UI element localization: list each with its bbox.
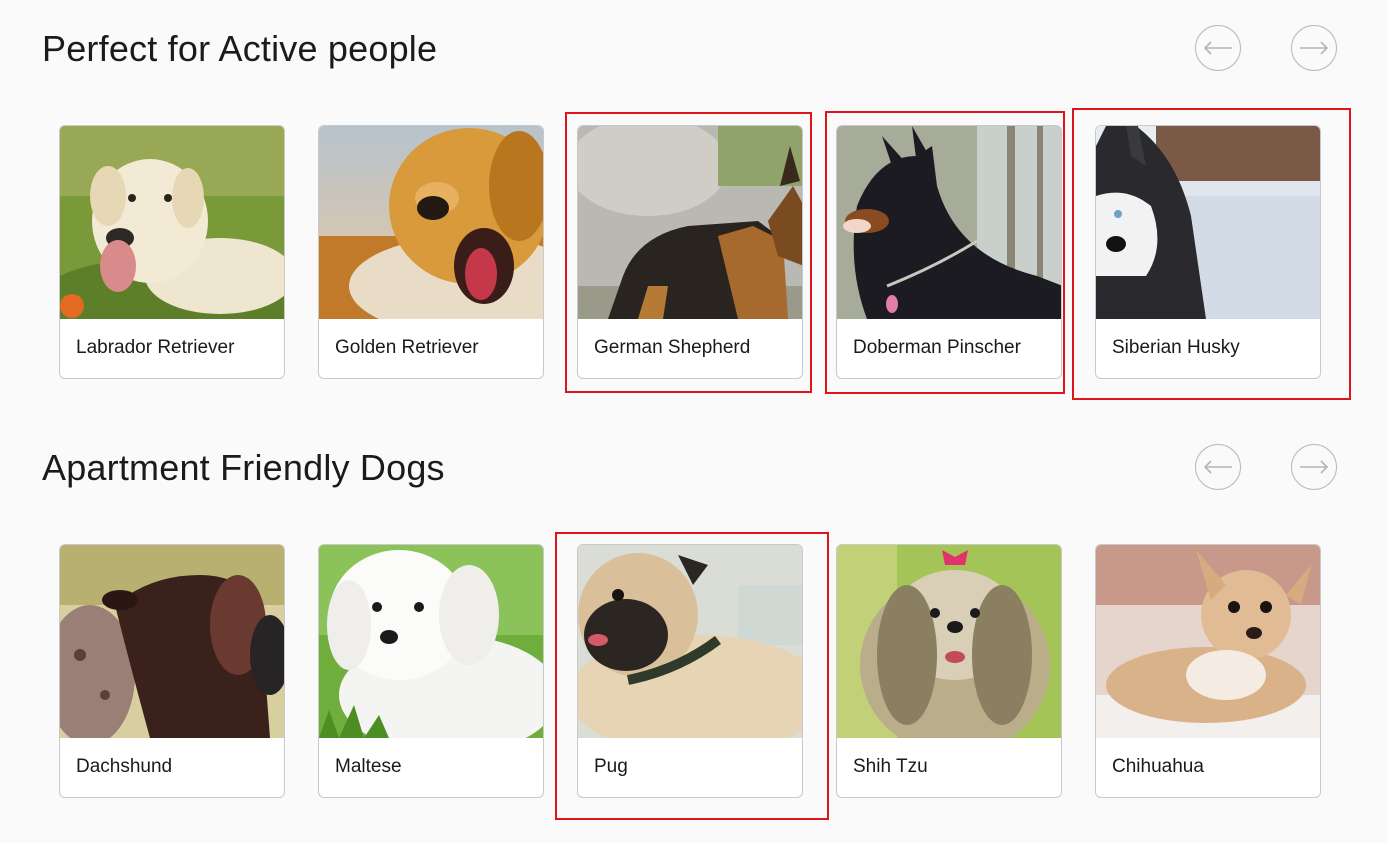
dog-photo [60, 545, 284, 738]
breed-label: Golden Retriever [335, 337, 479, 358]
section-title: Apartment Friendly Dogs [42, 447, 445, 488]
breed-card-german-shepherd[interactable]: German Shepherd [577, 125, 803, 379]
breed-card-labrador-retriever[interactable]: Labrador Retriever [59, 125, 285, 379]
carousel-prev-button[interactable] [1195, 25, 1241, 71]
dog-photo [319, 545, 543, 738]
breed-card-shih-tzu[interactable]: Shih Tzu [836, 544, 1062, 798]
breed-card-doberman-pinscher[interactable]: Doberman Pinscher [836, 125, 1062, 379]
section-title: Perfect for Active people [42, 28, 438, 69]
breed-card-golden-retriever[interactable]: Golden Retriever [318, 125, 544, 379]
carousel-next-button[interactable] [1291, 444, 1337, 490]
breed-label: Pug [594, 756, 628, 777]
dog-photo [837, 126, 1061, 319]
breed-label: German Shepherd [594, 337, 751, 358]
breed-label: Siberian Husky [1112, 337, 1240, 358]
arrow-left-icon [1203, 41, 1232, 55]
breed-label: Chihuahua [1112, 756, 1204, 777]
breed-label: Doberman Pinscher [853, 337, 1021, 358]
carousel-next-button[interactable] [1291, 25, 1337, 71]
dog-photo [1096, 126, 1320, 319]
breed-card-siberian-husky[interactable]: Siberian Husky [1095, 125, 1321, 379]
dog-photo [837, 545, 1061, 738]
breed-card-chihuahua[interactable]: Chihuahua [1095, 544, 1321, 798]
dog-photo [60, 126, 284, 319]
arrow-right-icon [1300, 41, 1329, 55]
breed-card-dachshund[interactable]: Dachshund [59, 544, 285, 798]
dog-photo [1096, 545, 1320, 738]
breed-label: Maltese [335, 756, 402, 777]
breed-card-maltese[interactable]: Maltese [318, 544, 544, 798]
arrow-right-icon [1300, 460, 1329, 474]
dog-photo [578, 126, 802, 319]
carousel-prev-button[interactable] [1195, 444, 1241, 490]
dog-photo [578, 545, 802, 738]
arrow-left-icon [1203, 460, 1232, 474]
dog-photo [319, 126, 543, 319]
breed-label: Shih Tzu [853, 756, 928, 777]
breed-label: Dachshund [76, 756, 173, 777]
breed-card-pug[interactable]: Pug [577, 544, 803, 798]
breed-label: Labrador Retriever [76, 337, 235, 358]
